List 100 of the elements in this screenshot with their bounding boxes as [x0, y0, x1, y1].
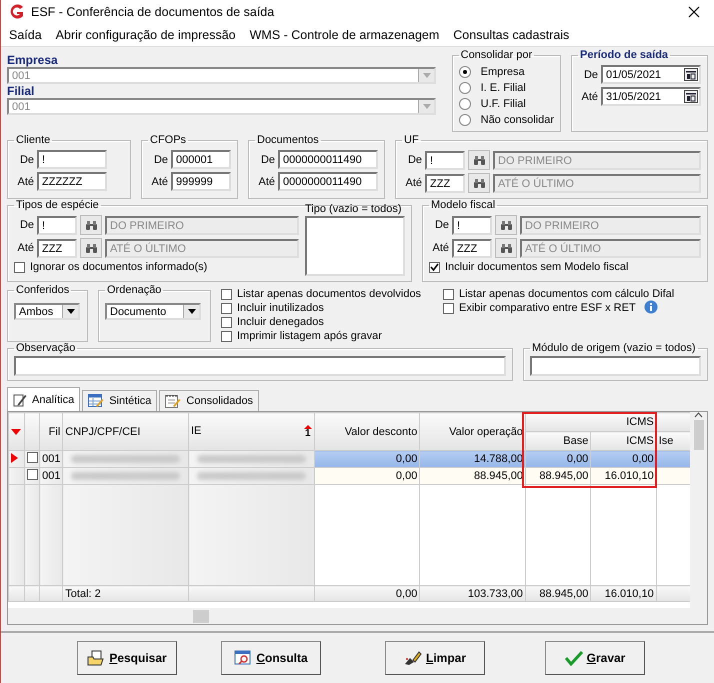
field-label: Tipo (vazio = todos) — [305, 202, 402, 216]
input-field[interactable]: ! — [452, 216, 492, 234]
field-label: Até — [257, 176, 275, 188]
checkbox[interactable] — [221, 302, 232, 314]
date-field[interactable]: 31/05/2021 — [601, 87, 701, 106]
field-label: De — [260, 154, 275, 166]
binoculars-icon — [84, 242, 98, 254]
input-field[interactable]: 000001 — [171, 150, 231, 169]
radio-button[interactable] — [458, 66, 471, 78]
group-label: Conferidos — [15, 284, 70, 297]
input-field[interactable]: 0000000011490 — [278, 150, 378, 169]
checkbox[interactable] — [429, 262, 440, 272]
lookup-button[interactable] — [495, 238, 517, 258]
radio-label: Empresa — [480, 66, 525, 78]
module-field[interactable] — [530, 356, 701, 376]
tab[interactable]: Sintética — [82, 390, 158, 411]
menu-item[interactable]: WMS - Controle de armazenagem — [250, 28, 440, 42]
checkmark-icon — [564, 650, 583, 666]
checkbox-label: Listar apenas documentos devolvidos — [237, 288, 422, 300]
input-field[interactable]: ZZZ — [425, 174, 465, 192]
checkbox[interactable] — [27, 452, 38, 463]
field-label: Até — [16, 242, 34, 254]
input-field[interactable]: ! — [37, 150, 107, 169]
input-field[interactable]: 0000000011490 — [278, 172, 378, 191]
lookup-button[interactable] — [468, 150, 490, 170]
branch-dropdown[interactable]: 001 — [7, 98, 436, 115]
table-cell: 001 — [42, 453, 61, 465]
checkbox-label: Incluir documentos sem Modelo fiscal — [445, 261, 628, 273]
menu-item[interactable]: Consultas cadastrais — [453, 28, 570, 42]
lookup-button[interactable] — [468, 173, 490, 193]
group-label: Tipos de espécie — [15, 199, 100, 212]
menu-item[interactable]: Abrir configuração de impressão — [56, 28, 236, 42]
menu-item[interactable]: Saída — [9, 28, 42, 42]
total-value: 88.945,00 — [539, 588, 588, 600]
app-logo-icon — [9, 4, 25, 20]
input-field[interactable]: ZZZZZZ — [37, 172, 107, 191]
checkbox[interactable] — [27, 469, 38, 480]
lookup-button[interactable] — [495, 215, 517, 235]
radio-label: I. E. Filial — [480, 82, 526, 94]
action-button[interactable]: Pesquisar — [77, 641, 177, 675]
input-field[interactable]: ZZZ — [37, 238, 77, 258]
action-button[interactable]: Limpar — [385, 641, 485, 675]
radio-button[interactable] — [458, 114, 471, 126]
binoculars-icon — [500, 242, 512, 254]
checkbox[interactable] — [443, 288, 454, 300]
column-header[interactable]: Fil — [48, 426, 60, 438]
horizontal-scrollbar[interactable] — [8, 608, 707, 624]
tab[interactable]: Analítica — [7, 387, 80, 411]
table-edit-icon — [88, 394, 104, 408]
group-label: UF — [403, 134, 420, 147]
field-label: Até — [16, 176, 34, 188]
checkbox[interactable] — [221, 288, 232, 300]
action-button[interactable]: Consulta — [221, 641, 321, 675]
radio-label: Não consolidar — [480, 114, 554, 126]
vertical-scrollbar[interactable] — [690, 412, 707, 608]
sort-up-icon — [304, 425, 312, 429]
type-list[interactable] — [305, 216, 405, 276]
tab[interactable]: Consolidados — [159, 390, 260, 411]
input-field[interactable]: 999999 — [171, 172, 231, 191]
action-button[interactable]: Gravar — [545, 641, 645, 675]
description-field: DO PRIMEIRO — [493, 150, 701, 170]
column-header[interactable]: CNPJ/CPF/CEI — [65, 426, 140, 438]
input-field[interactable]: ! — [37, 216, 77, 234]
checkbox[interactable] — [14, 262, 25, 272]
date-field[interactable]: 01/05/2021 — [601, 65, 701, 84]
radio-button[interactable] — [458, 98, 471, 110]
calendar-icon[interactable] — [684, 90, 698, 103]
scrollbar-thumb[interactable] — [193, 610, 209, 623]
checkbox[interactable] — [443, 302, 454, 314]
table-cell: 0,00 — [396, 453, 418, 465]
field-label: Até — [404, 177, 422, 189]
close-icon[interactable] — [688, 6, 700, 18]
lookup-button[interactable] — [80, 238, 102, 258]
notes-field[interactable] — [14, 356, 506, 376]
group-label: Observação — [15, 342, 76, 355]
field-label: De — [582, 68, 598, 80]
table-cell: 88.945,00 — [539, 470, 588, 482]
binoculars-icon — [472, 178, 486, 188]
input-field[interactable]: ZZZ — [452, 238, 492, 258]
checked-dropdown[interactable]: Ambos — [14, 303, 80, 320]
input-field[interactable]: ! — [425, 150, 465, 170]
scroll-up-icon[interactable] — [694, 412, 703, 418]
total-value: 0,00 — [396, 588, 418, 600]
checkbox-label: Incluir denegados — [237, 316, 324, 328]
sort-dropdown[interactable]: Documento — [105, 303, 201, 320]
total-label: Total: 2 — [65, 588, 101, 600]
info-icon[interactable] — [644, 300, 658, 314]
lookup-button[interactable] — [80, 215, 102, 235]
description-field: ATÉ O ÚLTIMO — [493, 174, 701, 192]
radio-button[interactable] — [458, 82, 471, 94]
field-label: Até — [150, 176, 168, 188]
checkbox[interactable] — [221, 316, 232, 328]
binoculars-icon — [472, 154, 486, 166]
column-header[interactable]: IE — [191, 425, 202, 438]
field-label: Até — [580, 90, 598, 102]
checkbox[interactable] — [221, 330, 232, 342]
company-dropdown[interactable]: 001 — [7, 67, 436, 84]
scrollbar-thumb[interactable] — [694, 420, 704, 450]
calendar-icon[interactable] — [684, 68, 698, 81]
group-label: Cliente — [15, 134, 52, 147]
